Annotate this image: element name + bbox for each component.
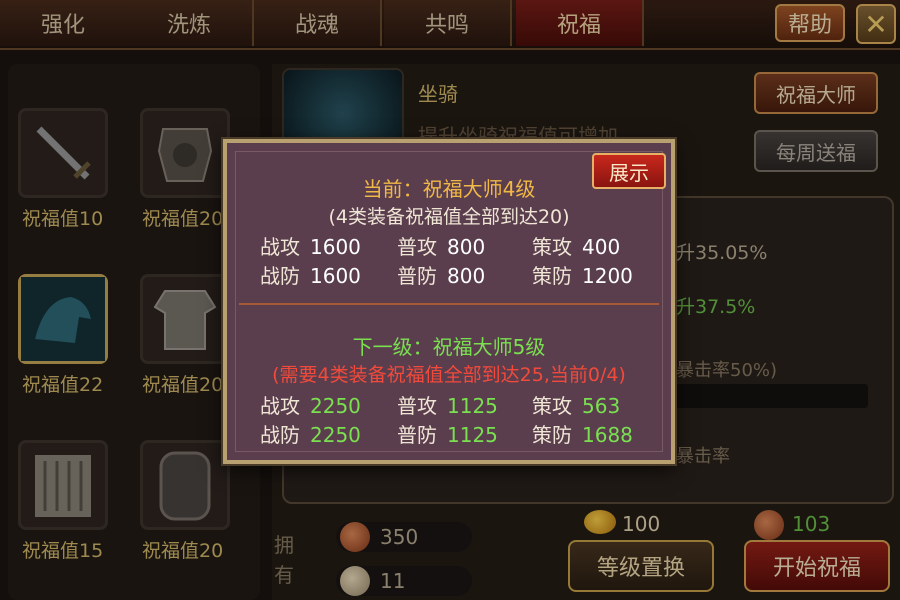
- blessing-master-popup: 展示 当前：祝福大师4级 (4类装备祝福值全部到达20) 战攻 1600 普攻 80…: [223, 139, 675, 464]
- stat-next-defense-war: 战防 2250: [260, 423, 361, 447]
- next-level-title: 下一级：祝福大师5级: [352, 335, 546, 359]
- stat-next-attack-war: 战攻 2250: [260, 394, 361, 418]
- current-requirement: (4类装备祝福值全部到达20): [328, 206, 570, 228]
- stat-current-defense-war: 战防 1600: [260, 264, 361, 288]
- stat-next-defense-normal: 普防 1125: [397, 423, 498, 447]
- divider: [239, 303, 659, 305]
- stat-current-defense-normal: 普防 800: [397, 264, 486, 288]
- stat-next-attack-strategy: 策攻 563: [532, 394, 621, 418]
- stat-next-defense-strategy: 策防 1688: [532, 423, 633, 447]
- current-level-title: 当前：祝福大师4级: [362, 177, 536, 201]
- stat-next-attack-normal: 普攻 1125: [397, 394, 498, 418]
- stat-current-attack-strategy: 策攻 400: [532, 235, 621, 259]
- next-requirement: (需要4类装备祝福值全部到达25,当前0/4): [272, 364, 626, 386]
- stat-current-attack-war: 战攻 1600: [260, 235, 361, 259]
- stat-current-attack-normal: 普攻 800: [397, 235, 486, 259]
- stat-current-defense-strategy: 策防 1200: [532, 264, 633, 288]
